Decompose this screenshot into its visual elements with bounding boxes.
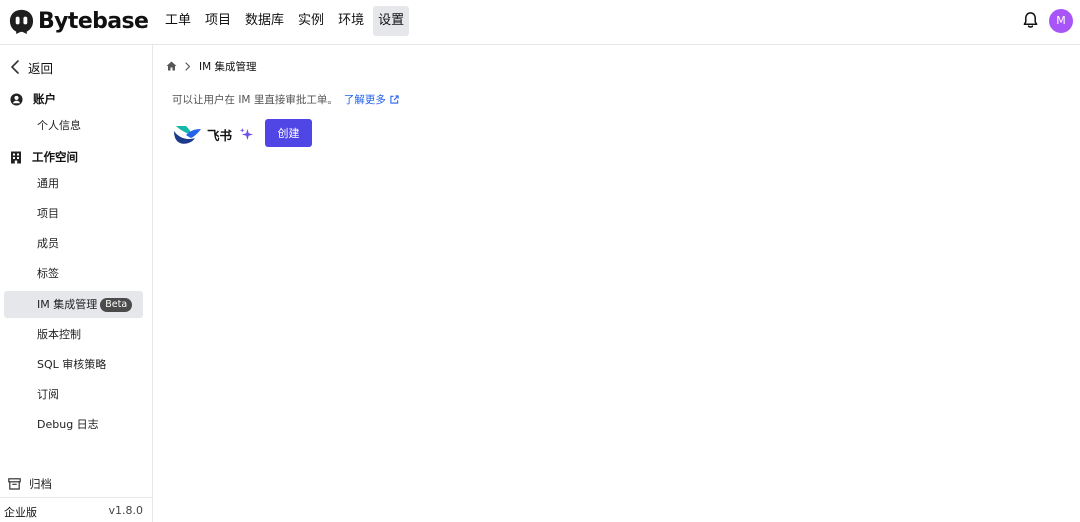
bell-icon[interactable] [1022,11,1039,29]
sidebar-item-profile[interactable]: 个人信息 [4,112,143,139]
sidebar-group-account: 账户 [10,90,56,108]
sidebar-item-im-integration[interactable]: IM 集成管理 Beta [4,291,143,318]
bytebase-logo-icon [9,9,34,34]
building-icon [11,151,21,163]
main-nav: 工单 项目 数据库 实例 环境 设置 [160,6,413,36]
feishu-logo-icon [174,126,201,144]
sidebar-item-general[interactable]: 通用 [4,170,143,197]
edition-label: 企业版 [4,506,37,519]
settings-sidebar: 返回 账户 个人信息 工作空间 通用 项目 成员 标签 IM 集成管理 Beta … [0,45,153,522]
sidebar-item-version-control[interactable]: 版本控制 [4,321,143,348]
chevron-right-icon [185,61,191,71]
sidebar-item-projects[interactable]: 项目 [4,200,143,227]
home-icon[interactable] [166,61,177,71]
external-link-icon [390,95,399,104]
sidebar-group-label: 账户 [33,92,56,106]
sidebar-item-sql-review[interactable]: SQL 审核策略 [4,351,143,378]
sparkle-icon [239,127,254,140]
nav-item-settings[interactable]: 设置 [373,6,410,36]
feishu-integration: 飞书 [172,121,254,147]
bytebase-logo[interactable]: Bytebase [8,6,149,36]
nav-item-environments[interactable]: 环境 [333,6,369,36]
sidebar-item-subscription[interactable]: 订阅 [4,381,143,408]
nav-item-databases[interactable]: 数据库 [240,6,289,36]
user-circle-icon [10,92,23,106]
sidebar-footer: 企业版 v1.8.0 [0,497,152,522]
nav-item-issues[interactable]: 工单 [160,6,196,36]
back-label: 返回 [28,60,54,76]
sidebar-group-workspace: 工作空间 [10,148,78,166]
nav-item-instances[interactable]: 实例 [293,6,329,36]
breadcrumb-current: IM 集成管理 [199,60,257,73]
archive-label: 归档 [29,477,52,491]
main-content: IM 集成管理 可以让用户在 IM 里直接审批工单。 了解更多 飞书 创建 [153,45,1080,522]
user-avatar[interactable]: M [1049,9,1073,33]
sidebar-group-label: 工作空间 [32,150,78,164]
sidebar-item-label: IM 集成管理 [37,298,98,311]
back-button[interactable]: 返回 [10,57,53,77]
integration-name: 飞书 [207,127,233,143]
learn-more-link[interactable]: 了解更多 [344,92,399,107]
top-bar: Bytebase 工单 项目 数据库 实例 环境 设置 M [0,0,1080,45]
description-text: 可以让用户在 IM 里直接审批工单。 [172,94,338,106]
breadcrumb: IM 集成管理 [166,58,257,74]
sidebar-item-debug-log[interactable]: Debug 日志 [4,411,143,438]
sidebar-item-archive[interactable]: 归档 [8,475,52,493]
create-button[interactable]: 创建 [265,119,312,147]
brand-name: Bytebase [38,8,149,34]
sidebar-item-labels[interactable]: 标签 [4,260,143,287]
chevron-left-icon [11,60,19,74]
learn-more-label: 了解更多 [343,94,386,106]
archive-icon [8,478,21,490]
nav-item-projects[interactable]: 项目 [200,6,236,36]
version-label: v1.8.0 [108,504,144,517]
sidebar-item-members[interactable]: 成员 [4,230,143,257]
beta-badge: Beta [100,298,133,312]
page-description: 可以让用户在 IM 里直接审批工单。 了解更多 [172,92,399,107]
